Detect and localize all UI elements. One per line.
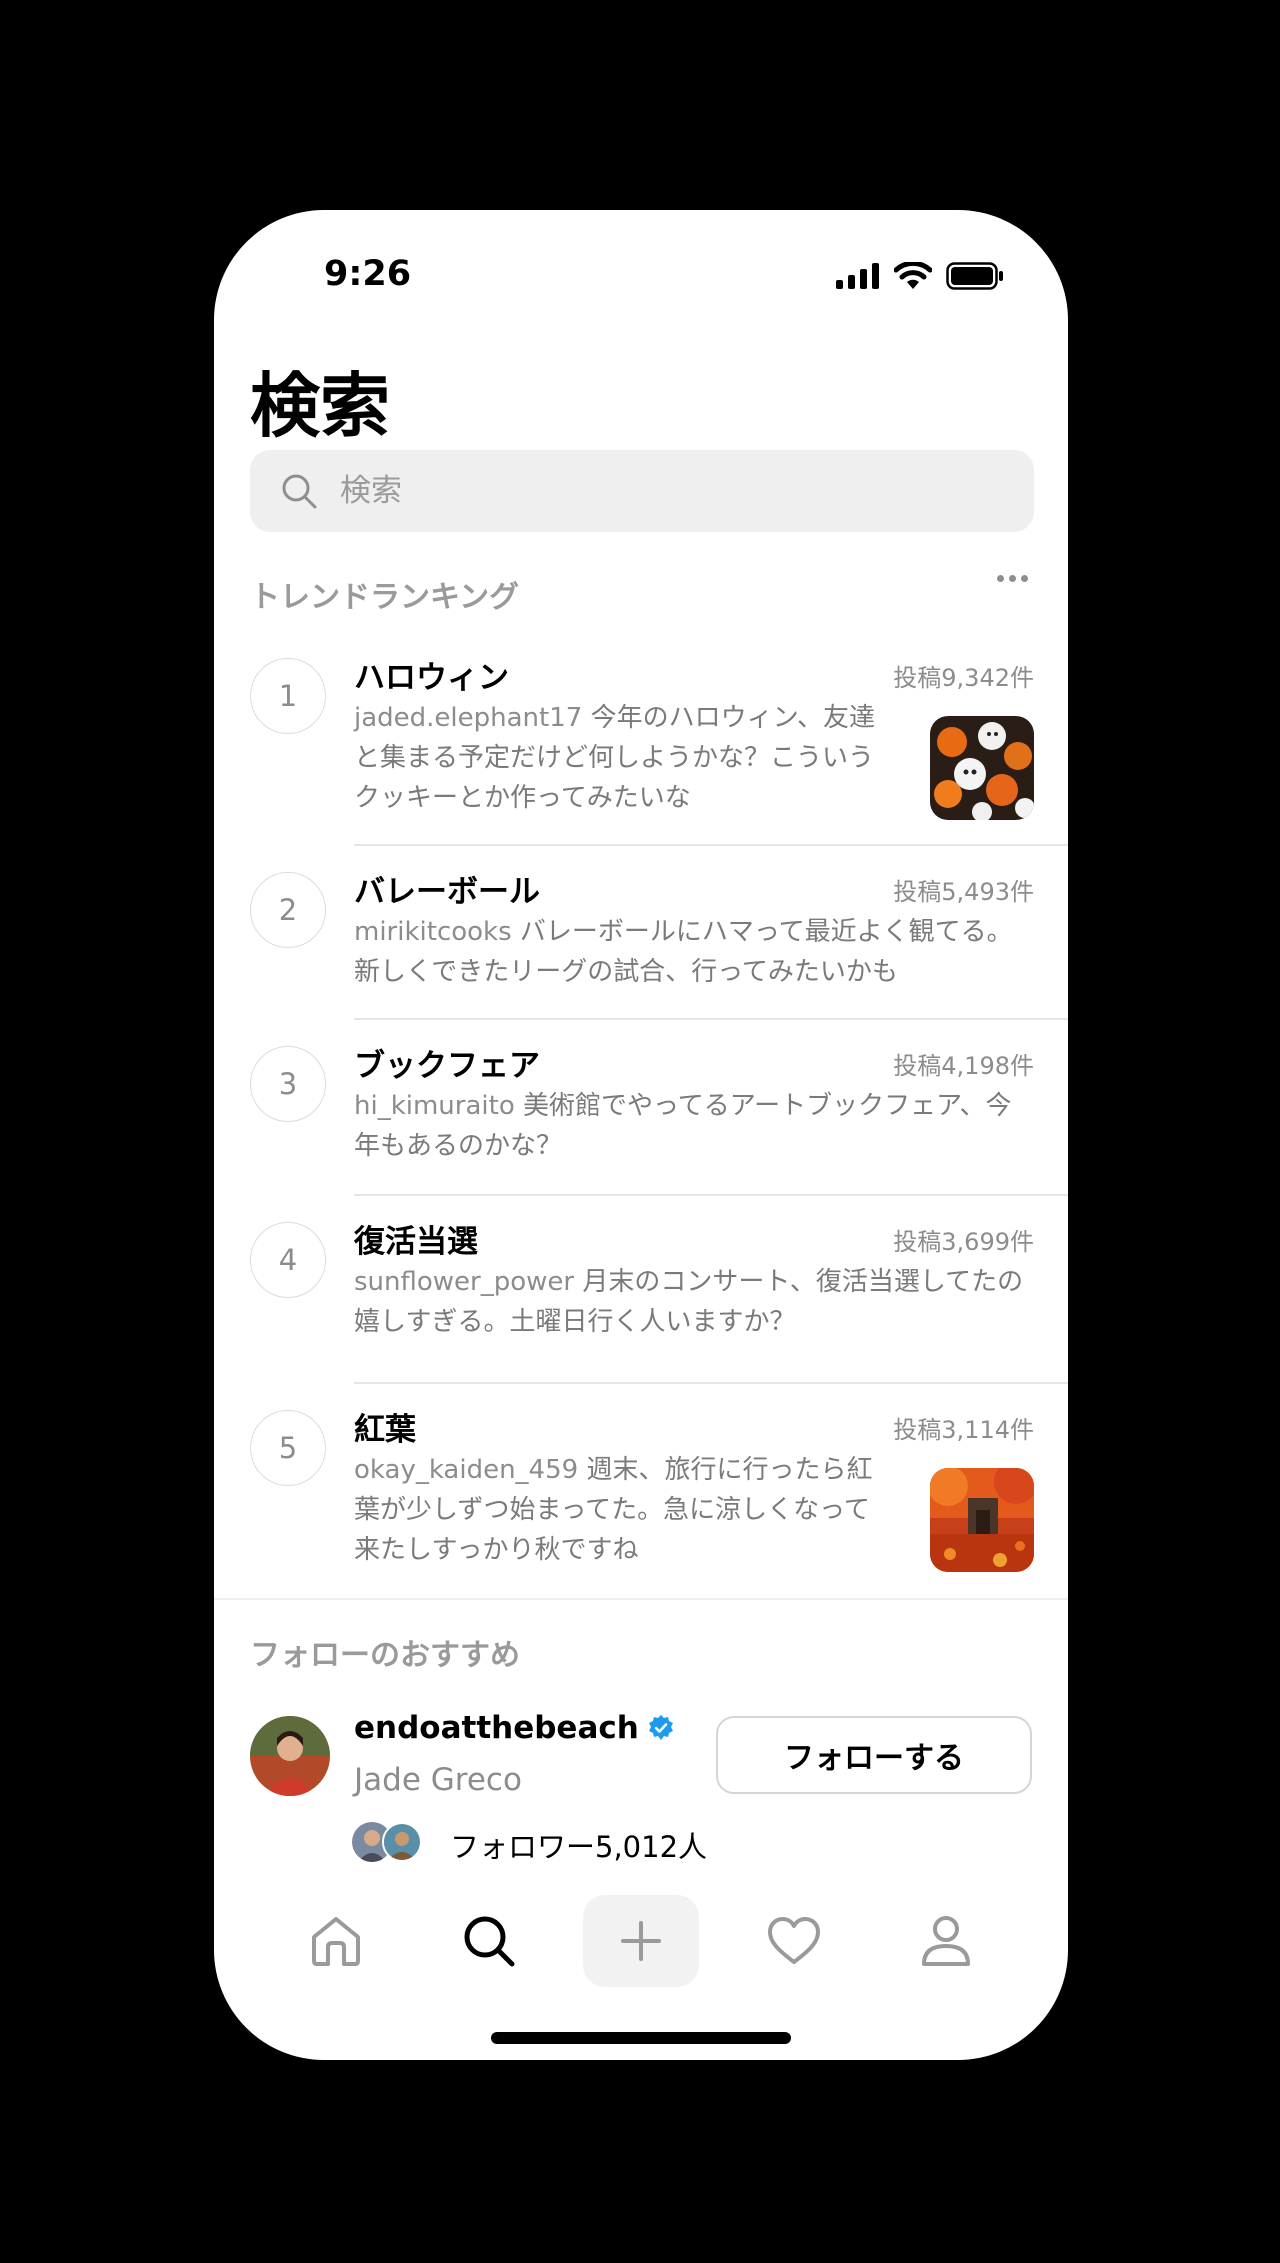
dot-icon [1009,575,1016,582]
trend-post-count: 投稿5,493件 [893,878,1034,906]
trend-handle[interactable]: okay_kaiden_459 [354,1455,578,1485]
follow-button[interactable]: フォローする [716,1716,1032,1794]
trend-post-count: 投稿3,114件 [893,1416,1034,1444]
battery-icon [946,262,1003,290]
handle-text: endoatthebeach [354,1710,639,1746]
nav-profile[interactable] [888,1895,1004,1987]
trend-handle[interactable]: jaded.elephant17 [354,703,582,733]
trend-item-5[interactable]: 5 紅葉 投稿3,114件 okay_kaiden_459 週末、旅行に行ったら… [214,1402,1068,1582]
divider [354,1018,1068,1020]
search-icon [280,472,318,510]
search-input[interactable] [338,472,1022,510]
trending-section-label: トレンドランキング [250,580,520,615]
trend-item-1[interactable]: 1 ハロウィン 投稿9,342件 jaded.elephant17 今年のハロウ… [214,650,1068,830]
rank-badge: 3 [250,1046,326,1122]
dot-icon [1021,575,1028,582]
divider [354,844,1068,846]
nav-activity[interactable] [736,1895,852,1987]
followers-count: フォロワー5,012人 [450,1830,708,1864]
trend-snippet: hi_kimuraito 美術館でやってるアートブックフェア、今年もあるのかな？ [354,1086,1034,1166]
halloween-cookies-image[interactable] [930,716,1034,820]
divider [354,1382,1068,1384]
nav-search[interactable] [431,1895,547,1987]
phone-screen: 9:26 検索 検索 トレンドランキング 1 ハロウィン 投稿9,342件 ja… [214,210,1068,2060]
trend-item-3[interactable]: 3 ブックフェア 投稿4,198件 hi_kimuraito 美術館でやってるア… [214,1038,1068,1178]
trend-snippet: okay_kaiden_459 週末、旅行に行ったら紅葉が少しずつ始まってた。急… [354,1450,884,1570]
rank-badge: 2 [250,872,326,948]
rank-badge: 1 [250,658,326,734]
signal-icon [836,263,879,289]
rank-badge: 5 [250,1410,326,1486]
trend-item-4[interactable]: 4 復活当選 投稿3,699件 sunflower_power 月末のコンサート… [214,1214,1068,1364]
trend-item-2[interactable]: 2 バレーボール 投稿5,493件 mirikitcooks バレーボールにハマ… [214,864,1068,1004]
suggested-user-name: Jade Greco [354,1762,522,1798]
search-bar[interactable] [250,450,1034,532]
bottom-nav [214,1895,1068,1995]
verified-badge-icon [648,1715,673,1740]
home-icon [312,1917,360,1966]
trend-handle[interactable]: mirikitcooks [354,917,512,947]
trend-handle[interactable]: hi_kimuraito [354,1091,515,1121]
dot-icon [997,575,1004,582]
nav-create[interactable] [583,1895,699,1987]
follower-avatar [382,1822,422,1862]
status-bar: 9:26 [214,210,1068,340]
more-options-button[interactable] [997,575,1028,582]
trend-snippet: sunflower_power 月末のコンサート、復活当選してたの嬉しすぎる。土… [354,1262,1034,1342]
trend-title: ブックフェア [354,1048,540,1084]
trend-title: バレーボール [354,874,540,910]
trend-title: 復活当選 [354,1224,478,1260]
status-time: 9:26 [324,254,412,294]
suggested-user-handle[interactable]: endoatthebeach [354,1710,675,1746]
heart-icon [768,1917,820,1964]
wifi-icon [894,262,932,289]
suggestions-section-label: フォローのおすすめ [250,1638,520,1673]
section-divider [214,1598,1068,1600]
trend-title: 紅葉 [354,1412,416,1448]
trend-handle[interactable]: sunflower_power [354,1267,574,1297]
nav-home[interactable] [278,1895,394,1987]
search-icon [464,1916,515,1967]
home-indicator[interactable] [491,2032,791,2044]
divider [354,1194,1068,1196]
autumn-leaves-image[interactable] [930,1468,1034,1572]
trend-title: ハロウィン [354,660,509,696]
profile-icon [922,1916,970,1966]
trend-snippet: mirikitcooks バレーボールにハマって最近よく観てる。新しくできたリー… [354,912,1034,992]
page-title: 検索 [250,365,390,447]
trend-post-count: 投稿9,342件 [893,664,1034,692]
plus-icon [621,1921,661,1961]
trend-post-count: 投稿4,198件 [893,1052,1034,1080]
avatar[interactable] [250,1716,330,1796]
status-icons [836,262,1004,290]
trend-post-count: 投稿3,699件 [893,1228,1034,1256]
trend-snippet: jaded.elephant17 今年のハロウィン、友達と集まる予定だけど何しよ… [354,698,884,818]
rank-badge: 4 [250,1222,326,1298]
